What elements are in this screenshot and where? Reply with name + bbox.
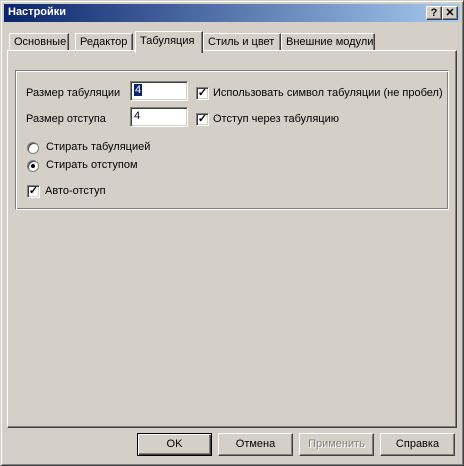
tab-style-color[interactable]: Стиль и цвет — [203, 33, 281, 51]
tabulation-group: Размер табуляции 4 Размер отступа 4 ✓ Ис… — [15, 70, 449, 210]
apply-button[interactable]: Применить — [299, 433, 374, 456]
erase-tab-label[interactable]: Стирать табуляцией — [46, 141, 150, 153]
tab-general[interactable]: Основные — [9, 33, 69, 51]
erase-indent-radio[interactable] — [27, 160, 39, 172]
indent-size-field[interactable]: 4 — [130, 107, 188, 127]
indent-size-value: 4 — [134, 110, 141, 122]
tab-size-label: Размер табуляции — [26, 87, 121, 99]
help-button[interactable]: Справка — [380, 433, 455, 456]
auto-indent-label[interactable]: Авто-отступ — [45, 185, 106, 197]
indent-size-label: Размер отступа — [26, 113, 106, 125]
tab-size-value: 4 — [134, 84, 143, 96]
indent-with-tab-checkbox[interactable]: ✓ — [196, 113, 209, 126]
indent-with-tab-label[interactable]: Отступ через табуляцию — [213, 113, 339, 125]
use-tab-char-checkbox[interactable]: ✓ — [196, 87, 209, 100]
window-title: Настройки — [8, 6, 67, 18]
tab-editor[interactable]: Редактор — [75, 33, 133, 51]
tab-panel: Размер табуляции 4 Размер отступа 4 ✓ Ис… — [7, 50, 457, 428]
use-tab-char-label[interactable]: Использовать символ табуляции (не пробел… — [213, 87, 443, 99]
auto-indent-checkbox[interactable]: ✓ — [27, 185, 40, 198]
title-bar[interactable]: Настройки ? ✕ — [4, 4, 460, 22]
cancel-button[interactable]: Отмена — [218, 433, 293, 456]
erase-indent-label[interactable]: Стирать отступом — [46, 159, 138, 171]
erase-tab-radio[interactable] — [27, 142, 39, 154]
tab-tabulation[interactable]: Табуляция — [135, 31, 203, 53]
tab-size-field[interactable]: 4 — [130, 81, 188, 101]
ok-button[interactable]: OK — [137, 433, 212, 456]
close-icon[interactable]: ✕ — [442, 6, 458, 20]
help-icon[interactable]: ? — [426, 6, 442, 20]
settings-dialog: Настройки ? ✕ Основные Редактор Табуляци… — [0, 0, 464, 466]
tab-external-modules[interactable]: Внешние модули — [281, 33, 375, 51]
